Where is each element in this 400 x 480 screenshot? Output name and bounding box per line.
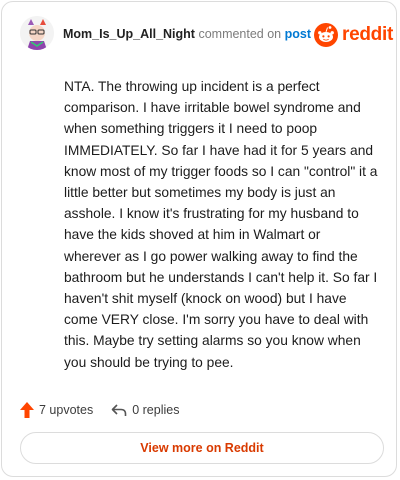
commented-on-text: commented on <box>198 27 282 41</box>
comment-actions: 7 upvotes 0 replies <box>20 399 179 421</box>
comment-header: Mom_Is_Up_All_Night commented on post re… <box>2 2 396 66</box>
upvote-count: 7 upvotes <box>39 403 94 417</box>
comment-body: NTA. The throwing up incident is a perfe… <box>64 79 378 370</box>
reply-button[interactable]: 0 replies <box>111 403 179 417</box>
reddit-wordmark: reddit <box>342 24 393 45</box>
upvote-button[interactable]: 7 upvotes <box>20 402 93 418</box>
post-link[interactable]: post <box>285 27 311 41</box>
reddit-logo-icon <box>314 23 338 47</box>
upvote-arrow-icon <box>20 402 34 418</box>
username-link[interactable]: Mom_Is_Up_All_Night <box>63 27 195 41</box>
reply-icon <box>111 404 127 416</box>
avatar[interactable] <box>20 16 54 50</box>
reply-count: 0 replies <box>132 403 180 417</box>
comment-card: Mom_Is_Up_All_Night commented on post re… <box>1 1 397 477</box>
comment-meta: Mom_Is_Up_All_Night commented on post <box>63 27 311 41</box>
view-more-button[interactable]: View more on Reddit <box>20 432 384 464</box>
reddit-brand[interactable]: reddit <box>314 22 393 48</box>
